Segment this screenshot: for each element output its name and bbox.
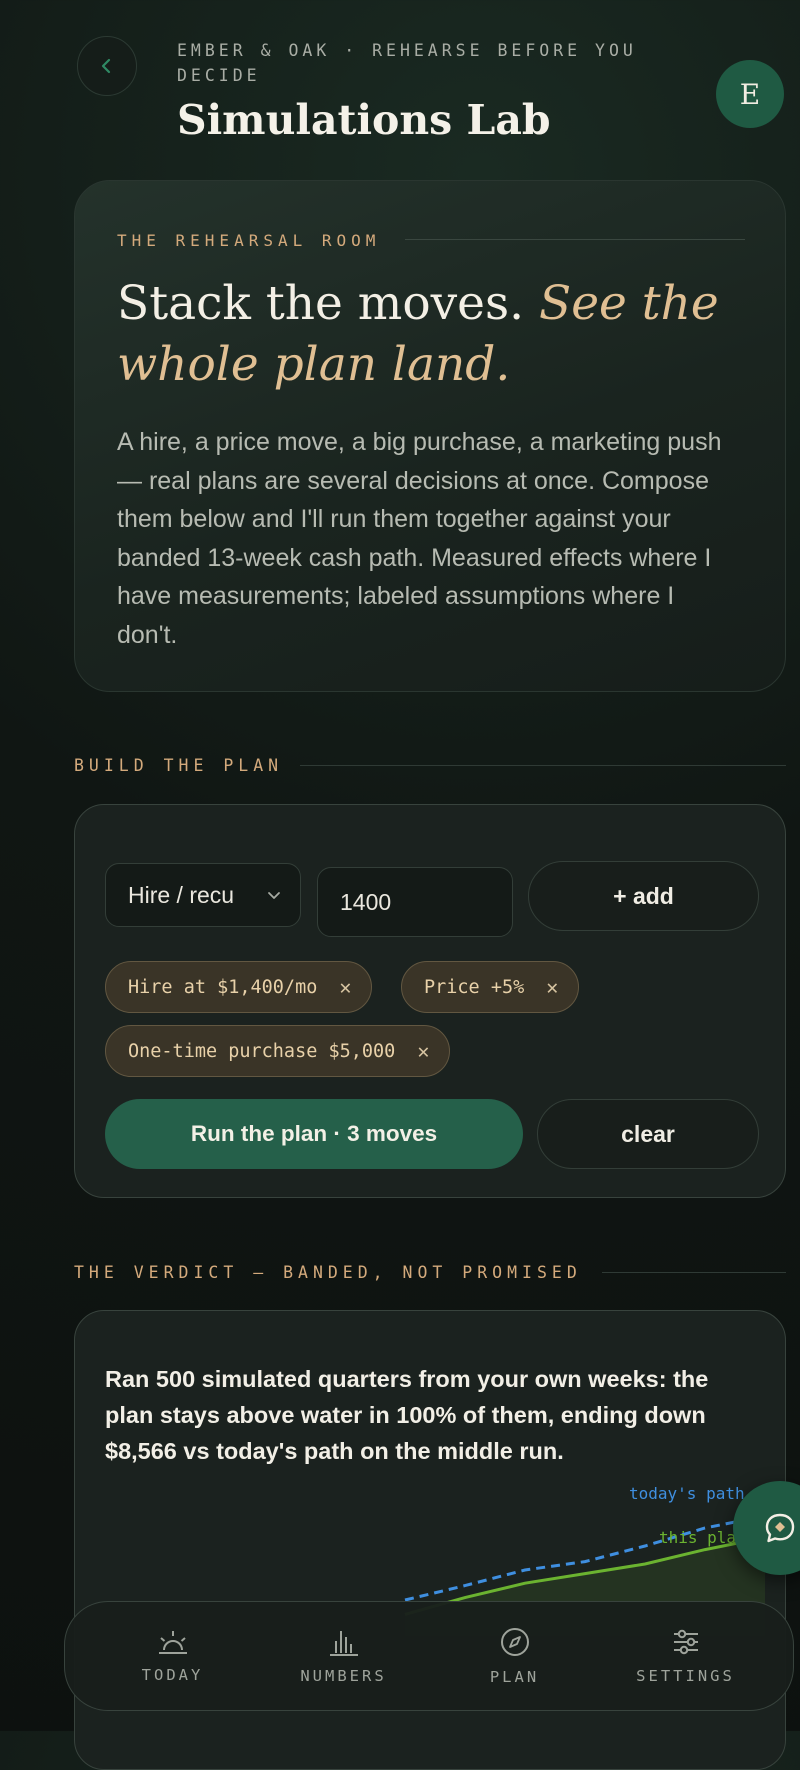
move-chip-label: Hire at $1,400/mo	[128, 976, 318, 998]
series-label-today: today's path	[629, 1484, 745, 1503]
remove-chip-icon[interactable]: ✕	[417, 1039, 429, 1063]
headline-plain: Stack the moves.	[117, 276, 539, 331]
build-section-rule	[300, 765, 786, 766]
nav-today-label: TODAY	[141, 1666, 204, 1684]
sunrise-icon	[158, 1631, 187, 1654]
hero-body: A hire, a price move, a big purchase, a …	[117, 428, 722, 649]
chevron-left-icon	[101, 58, 111, 74]
move-type-value: Hire / recu	[128, 881, 235, 908]
clear-button[interactable]: clear	[537, 1099, 759, 1169]
remove-chip-icon[interactable]: ✕	[546, 975, 558, 999]
nav-numbers[interactable]: NUMBERS	[269, 1627, 419, 1685]
page-title: Simulations Lab	[177, 96, 551, 144]
chat-icon	[765, 1513, 795, 1543]
move-chip[interactable]: One-time purchase $5,000 ✕	[105, 1025, 451, 1077]
sliders-icon	[673, 1629, 698, 1655]
amount-input[interactable]: 1400	[317, 867, 513, 937]
hero-kicker: THE REHEARSAL ROOM	[117, 231, 381, 250]
chevron-down-icon	[268, 892, 280, 899]
plan-builder-card: Hire / recu 1400 + add Hire at $1,400/mo…	[74, 804, 786, 1198]
move-type-select[interactable]: Hire / recu	[105, 863, 301, 927]
nav-numbers-label: NUMBERS	[300, 1667, 387, 1685]
avatar[interactable]: E	[716, 60, 784, 128]
move-chip-label: Price +5%	[424, 976, 525, 998]
add-move-button[interactable]: + add	[528, 861, 759, 931]
kicker-divider	[405, 239, 745, 240]
compass-icon	[500, 1628, 529, 1656]
build-section-label: BUILD THE PLAN	[74, 756, 284, 775]
nav-settings[interactable]: SETTINGS	[611, 1627, 761, 1685]
back-button[interactable]	[77, 36, 137, 96]
move-chip[interactable]: Price +5% ✕	[401, 961, 580, 1013]
brand-eyebrow: EMBER & OAK · REHEARSE BEFORE YOU DECIDE	[177, 41, 637, 85]
hero-card: THE REHEARSAL ROOM Stack the moves. See …	[74, 180, 786, 692]
move-chip-label: One-time purchase $5,000	[128, 1040, 396, 1062]
nav-plan-label: PLAN	[489, 1668, 540, 1686]
nav-settings-label: SETTINGS	[636, 1667, 735, 1685]
verdict-summary: Ran 500 simulated quarters from your own…	[105, 1366, 709, 1464]
hero-headline: Stack the moves. See the whole plan land…	[117, 273, 757, 395]
verdict-section-label: THE VERDICT — BANDED, NOT PROMISED	[74, 1263, 582, 1282]
verdict-section-rule	[602, 1272, 786, 1273]
nav-today[interactable]: TODAY	[98, 1628, 248, 1684]
bar-chart-icon	[329, 1631, 358, 1656]
move-chip[interactable]: Hire at $1,400/mo ✕	[105, 961, 373, 1013]
nav-plan[interactable]: PLAN	[440, 1626, 590, 1686]
run-plan-button[interactable]: Run the plan · 3 moves	[105, 1099, 523, 1169]
remove-chip-icon[interactable]: ✕	[339, 975, 351, 999]
bottom-nav: TODAY NUMBERS PLAN SETTINGS	[64, 1601, 794, 1711]
